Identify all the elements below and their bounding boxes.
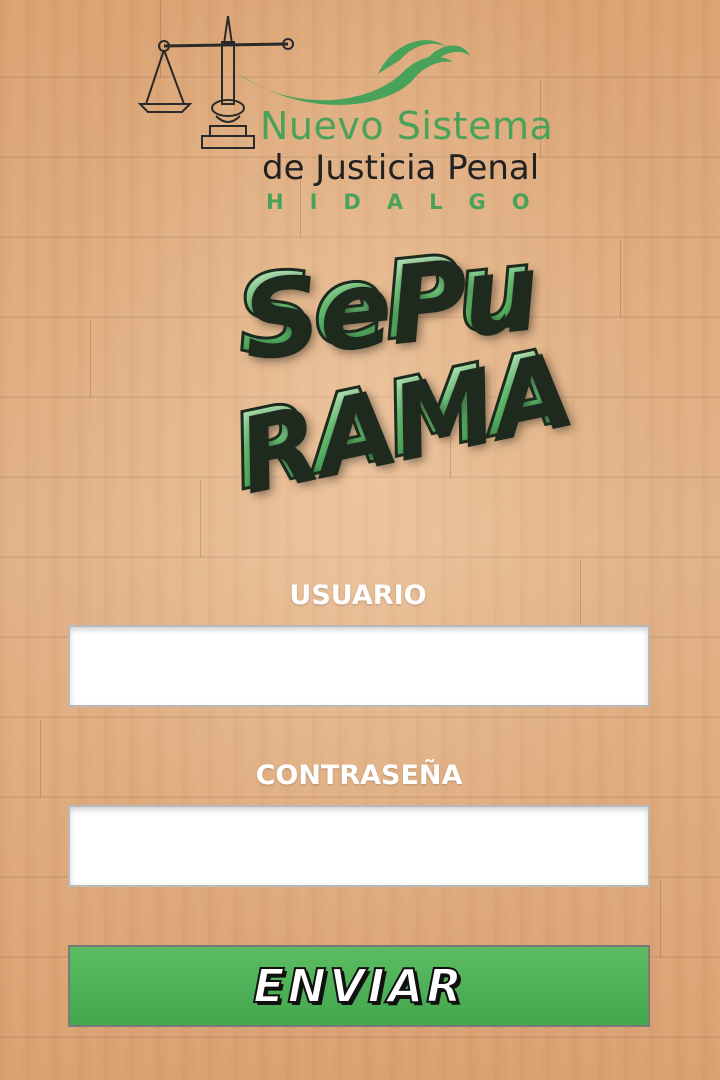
submit-button-label: ENVIAR [252,958,465,1014]
wood-plank-seam [620,240,621,318]
logo-text-hidalgo: HIDALGO [266,190,556,214]
wood-plank-seam [90,320,91,398]
username-label: USUARIO [289,580,427,611]
logo-text-justicia-penal: de Justicia Penal [262,148,540,188]
username-input[interactable] [68,625,650,707]
password-label: CONTRASEÑA [255,760,463,791]
submit-button[interactable]: ENVIAR [68,945,650,1027]
wood-plank-seam [660,880,661,958]
wood-plank-seam [200,480,201,558]
institution-logo: Nuevo Sistema de Justicia Penal HIDALGO [138,12,588,214]
game-title-logo: SePu RAMA [219,223,577,520]
password-input[interactable] [68,805,650,887]
logo-text-nuevo-sistema: Nuevo Sistema [260,104,554,148]
